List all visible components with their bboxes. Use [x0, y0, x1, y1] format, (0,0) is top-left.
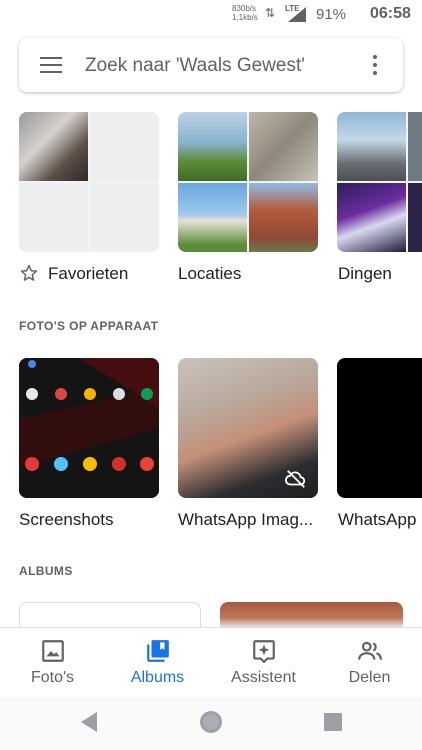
cloud-off-icon: [285, 470, 306, 488]
location-thumbnail: [178, 112, 247, 181]
whatsapp-label: WhatsApp: [338, 510, 417, 529]
nav-photos[interactable]: Foto's: [0, 628, 105, 698]
back-icon[interactable]: [79, 711, 99, 733]
albums-title: ALBUMS: [19, 564, 73, 578]
people-icon: [358, 641, 382, 660]
locations-label: Locaties: [178, 264, 242, 283]
things-card[interactable]: [337, 112, 422, 252]
things-label: Dingen: [338, 264, 392, 283]
whatsapp-folder[interactable]: [337, 358, 422, 498]
empty-cell: [90, 112, 159, 181]
locations-card[interactable]: [178, 112, 318, 252]
data-transfer-icon: ⇅: [265, 6, 276, 20]
nav-assistant[interactable]: Assistent: [211, 628, 316, 698]
favorites-label: Favorieten: [48, 264, 129, 283]
signal-icon: [288, 7, 306, 22]
star-icon: [20, 264, 38, 281]
network-speed: 830b/s 1,1kb/s: [232, 4, 258, 22]
location-thumbnail: [249, 112, 318, 181]
thing-thumbnail: [337, 183, 406, 252]
search-bar[interactable]: Zoek naar 'Waals Gewest': [19, 38, 403, 92]
location-thumbnail: [249, 183, 318, 252]
nav-albums[interactable]: Albums: [105, 628, 210, 698]
system-navigation-bar: [0, 697, 422, 750]
recents-icon[interactable]: [323, 712, 343, 732]
home-icon[interactable]: [198, 709, 224, 735]
screenshots-folder[interactable]: [19, 358, 159, 498]
location-thumbnail: [178, 183, 247, 252]
albums-icon: [147, 640, 169, 662]
whatsapp-images-folder[interactable]: [178, 358, 318, 498]
nav-sharing[interactable]: Delen: [317, 628, 422, 698]
empty-cell: [90, 183, 159, 252]
photo-icon: [42, 640, 64, 662]
screenshot-thumbnail: [19, 358, 159, 498]
nav-assistant-label: Assistent: [231, 669, 296, 686]
favorite-thumbnail: [19, 112, 88, 181]
thing-thumbnail: [408, 183, 422, 252]
assistant-icon: [253, 640, 275, 664]
battery-level: 91%: [316, 6, 347, 23]
status-bar: 830b/s 1,1kb/s ⇅ LTE 91% 06:58: [0, 0, 422, 30]
more-options-icon[interactable]: [371, 55, 379, 77]
clock: 06:58: [370, 5, 411, 22]
thing-thumbnail: [408, 112, 422, 181]
thing-thumbnail: [337, 112, 406, 181]
nav-sharing-label: Delen: [348, 669, 391, 686]
net-speed-up: 830b/s: [232, 4, 257, 13]
net-speed-down: 1,1kb/s: [232, 13, 258, 22]
device-folders-title: FOTO'S OP APPARAAT: [19, 319, 159, 333]
whatsapp-images-label: WhatsApp Imag...: [178, 510, 314, 529]
nav-photos-label: Foto's: [30, 669, 75, 686]
nav-albums-label: Albums: [130, 669, 185, 686]
screenshots-label: Screenshots: [19, 510, 114, 529]
empty-cell: [19, 183, 88, 252]
menu-icon[interactable]: [40, 57, 62, 73]
favorites-card[interactable]: [19, 112, 159, 252]
bottom-navigation: Foto's Albums Assistent Delen: [0, 627, 422, 697]
search-input[interactable]: Zoek naar 'Waals Gewest': [85, 55, 305, 77]
